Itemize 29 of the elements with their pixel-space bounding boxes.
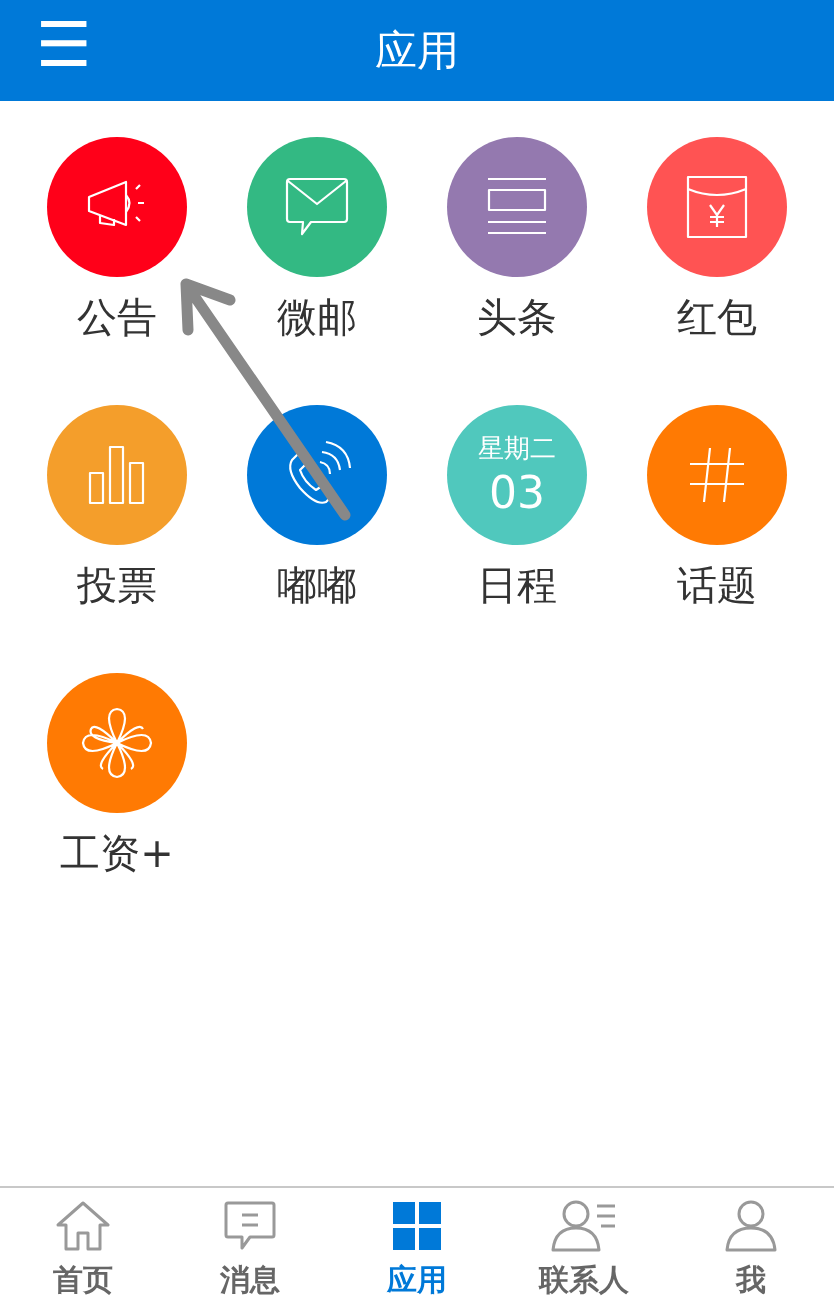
app-label[interactable]: 公告 (77, 293, 157, 341)
app-label[interactable]: 嘟嘟 (277, 561, 357, 609)
chat-icon (224, 1201, 277, 1251)
weekday-text: 星期二 (478, 433, 556, 463)
hash-icon (688, 446, 746, 504)
grid-icon (393, 1202, 441, 1250)
tab[interactable]: 首页 (0, 1188, 167, 1312)
person-icon (724, 1200, 777, 1252)
tab[interactable]: 我 (667, 1188, 834, 1312)
mail-bubble-icon (285, 176, 349, 238)
menu-button[interactable]: ☰ (36, 10, 92, 80)
contacts-icon (550, 1200, 617, 1252)
app-label[interactable]: 日程 (477, 561, 557, 609)
tab[interactable]: 消息 (166, 1188, 334, 1312)
app-label[interactable]: 工资+ (60, 829, 174, 877)
app-label[interactable]: 投票 (77, 561, 157, 609)
tab[interactable]: 应用 (333, 1188, 501, 1312)
tab[interactable]: 联系人 (500, 1188, 668, 1312)
page-title: 应用 (375, 24, 459, 77)
bar-chart-icon (88, 445, 146, 505)
home-icon (56, 1201, 111, 1251)
app-label[interactable]: 红包 (677, 293, 757, 341)
flower-icon (81, 707, 153, 779)
day-number: 03 (489, 469, 545, 517)
app-label[interactable]: 话题 (677, 561, 757, 609)
money-envelope-icon (686, 175, 748, 239)
app-label[interactable]: 头条 (477, 293, 557, 341)
news-icon (487, 177, 547, 237)
app-label[interactable]: 微邮 (277, 293, 357, 341)
